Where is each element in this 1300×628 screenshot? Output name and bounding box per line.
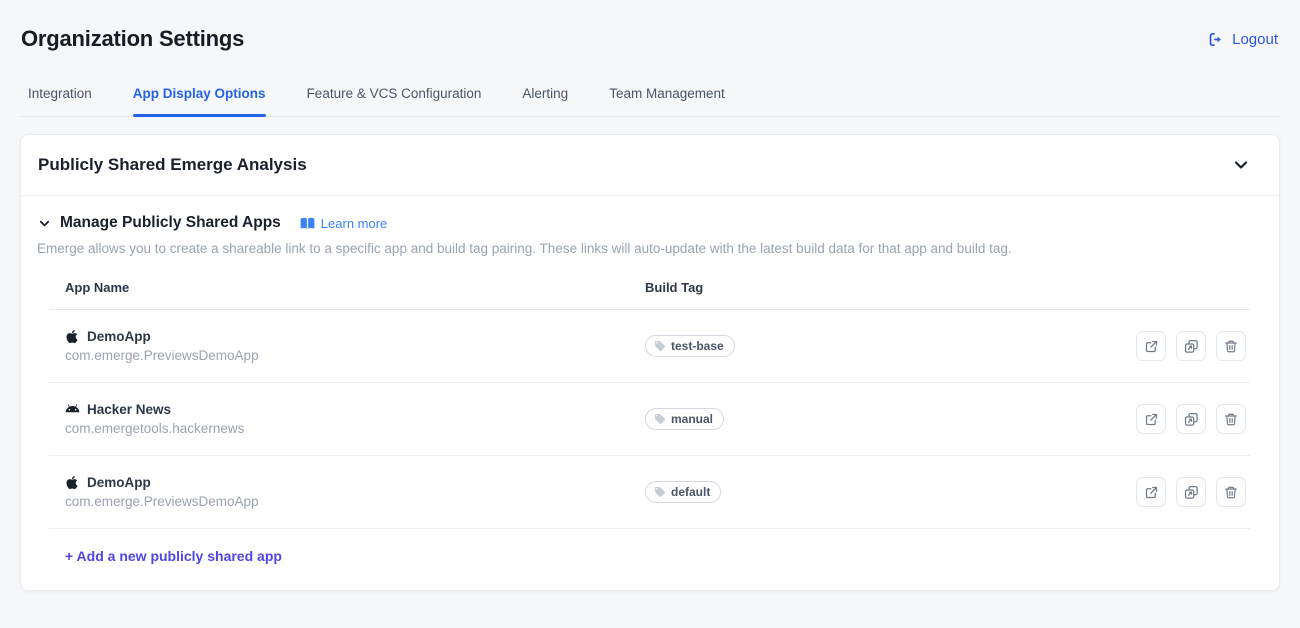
delete-button[interactable] bbox=[1216, 331, 1246, 361]
settings-tab[interactable]: Team Management bbox=[609, 80, 725, 116]
copy-link-icon bbox=[1184, 412, 1199, 427]
copy-link-icon bbox=[1184, 485, 1199, 500]
external-link-icon bbox=[1144, 339, 1159, 354]
build-tag-pill: default bbox=[645, 481, 721, 503]
tag-icon bbox=[654, 340, 666, 352]
table-row: DemoApp com.emerge.PreviewsDemoApp bbox=[49, 456, 1250, 529]
app-bundle-id: com.emerge.PreviewsDemoApp bbox=[65, 494, 645, 509]
trash-icon bbox=[1224, 485, 1238, 500]
build-tag-label: manual bbox=[671, 412, 713, 426]
copy-link-button[interactable] bbox=[1176, 477, 1206, 507]
shared-apps-table: App Name Build Tag bbox=[49, 270, 1250, 574]
app-cell: DemoApp com.emerge.PreviewsDemoApp bbox=[65, 315, 645, 377]
android-icon bbox=[65, 402, 80, 417]
build-tag-cell: test-base bbox=[645, 335, 1136, 357]
settings-tab-bar: Integration App Display Options Feature … bbox=[20, 80, 1280, 117]
table-header-row: App Name Build Tag bbox=[49, 270, 1250, 310]
card-title: Publicly Shared Emerge Analysis bbox=[38, 155, 307, 175]
page-title: Organization Settings bbox=[21, 26, 244, 52]
table-row: DemoApp com.emerge.PreviewsDemoApp bbox=[49, 310, 1250, 383]
learn-more-link[interactable]: Learn more bbox=[300, 216, 387, 231]
column-header-app-name: App Name bbox=[65, 270, 645, 307]
table-body: DemoApp com.emerge.PreviewsDemoApp bbox=[49, 310, 1250, 529]
publicly-shared-card: Publicly Shared Emerge Analysis Manage P… bbox=[20, 134, 1280, 591]
copy-link-button[interactable] bbox=[1176, 404, 1206, 434]
row-actions bbox=[1136, 331, 1246, 361]
build-tag-cell: default bbox=[645, 481, 1136, 503]
external-link-icon bbox=[1144, 485, 1159, 500]
add-app-row: + Add a new publicly shared app bbox=[49, 529, 1250, 574]
organization-settings-page: Organization Settings Logout Integration… bbox=[0, 0, 1300, 591]
chevron-down-icon[interactable] bbox=[1231, 155, 1251, 175]
section-title: Manage Publicly Shared Apps bbox=[60, 214, 281, 232]
app-bundle-id: com.emerge.PreviewsDemoApp bbox=[65, 348, 645, 363]
section-description: Emerge allows you to create a shareable … bbox=[37, 241, 1263, 256]
table-row: Hacker News com.emergetools.hackernews bbox=[49, 383, 1250, 456]
delete-button[interactable] bbox=[1216, 404, 1246, 434]
logout-arrow-icon bbox=[1207, 31, 1224, 48]
build-tag-pill: manual bbox=[645, 408, 724, 430]
settings-tab[interactable]: Feature & VCS Configuration bbox=[307, 80, 482, 116]
logout-label: Logout bbox=[1232, 31, 1278, 48]
build-tag-pill: test-base bbox=[645, 335, 735, 357]
build-tag-cell: manual bbox=[645, 408, 1136, 430]
tag-icon bbox=[654, 486, 666, 498]
app-cell: Hacker News com.emergetools.hackernews bbox=[65, 388, 645, 450]
apple-icon bbox=[65, 475, 80, 490]
manage-shared-apps-section: Manage Publicly Shared Apps Learn more E… bbox=[21, 195, 1279, 590]
build-tag-label: test-base bbox=[671, 339, 724, 353]
delete-button[interactable] bbox=[1216, 477, 1246, 507]
chevron-down-icon[interactable] bbox=[37, 216, 52, 231]
settings-tab[interactable]: Integration bbox=[28, 80, 92, 116]
tag-icon bbox=[654, 413, 666, 425]
open-link-button[interactable] bbox=[1136, 331, 1166, 361]
settings-tab[interactable]: App Display Options bbox=[133, 80, 266, 116]
learn-more-label: Learn more bbox=[321, 216, 387, 231]
row-actions bbox=[1136, 477, 1246, 507]
open-link-button[interactable] bbox=[1136, 404, 1166, 434]
top-bar: Organization Settings Logout bbox=[20, 0, 1280, 52]
build-tag-label: default bbox=[671, 485, 710, 499]
add-shared-app-button[interactable]: + Add a new publicly shared app bbox=[65, 548, 282, 564]
external-link-icon bbox=[1144, 412, 1159, 427]
apple-icon bbox=[65, 329, 80, 344]
open-link-button[interactable] bbox=[1136, 477, 1166, 507]
book-icon bbox=[300, 217, 315, 230]
trash-icon bbox=[1224, 412, 1238, 427]
app-bundle-id: com.emergetools.hackernews bbox=[65, 421, 645, 436]
copy-link-button[interactable] bbox=[1176, 331, 1206, 361]
settings-tab[interactable]: Alerting bbox=[522, 80, 568, 116]
column-header-build-tag: Build Tag bbox=[645, 270, 1246, 307]
app-name: Hacker News bbox=[87, 402, 171, 417]
copy-link-icon bbox=[1184, 339, 1199, 354]
row-actions bbox=[1136, 404, 1246, 434]
card-collapse-header[interactable]: Publicly Shared Emerge Analysis bbox=[21, 135, 1279, 195]
app-name: DemoApp bbox=[87, 329, 151, 344]
section-header: Manage Publicly Shared Apps Learn more bbox=[37, 214, 1263, 232]
trash-icon bbox=[1224, 339, 1238, 354]
app-name: DemoApp bbox=[87, 475, 151, 490]
app-cell: DemoApp com.emerge.PreviewsDemoApp bbox=[65, 461, 645, 523]
logout-button[interactable]: Logout bbox=[1207, 31, 1278, 48]
